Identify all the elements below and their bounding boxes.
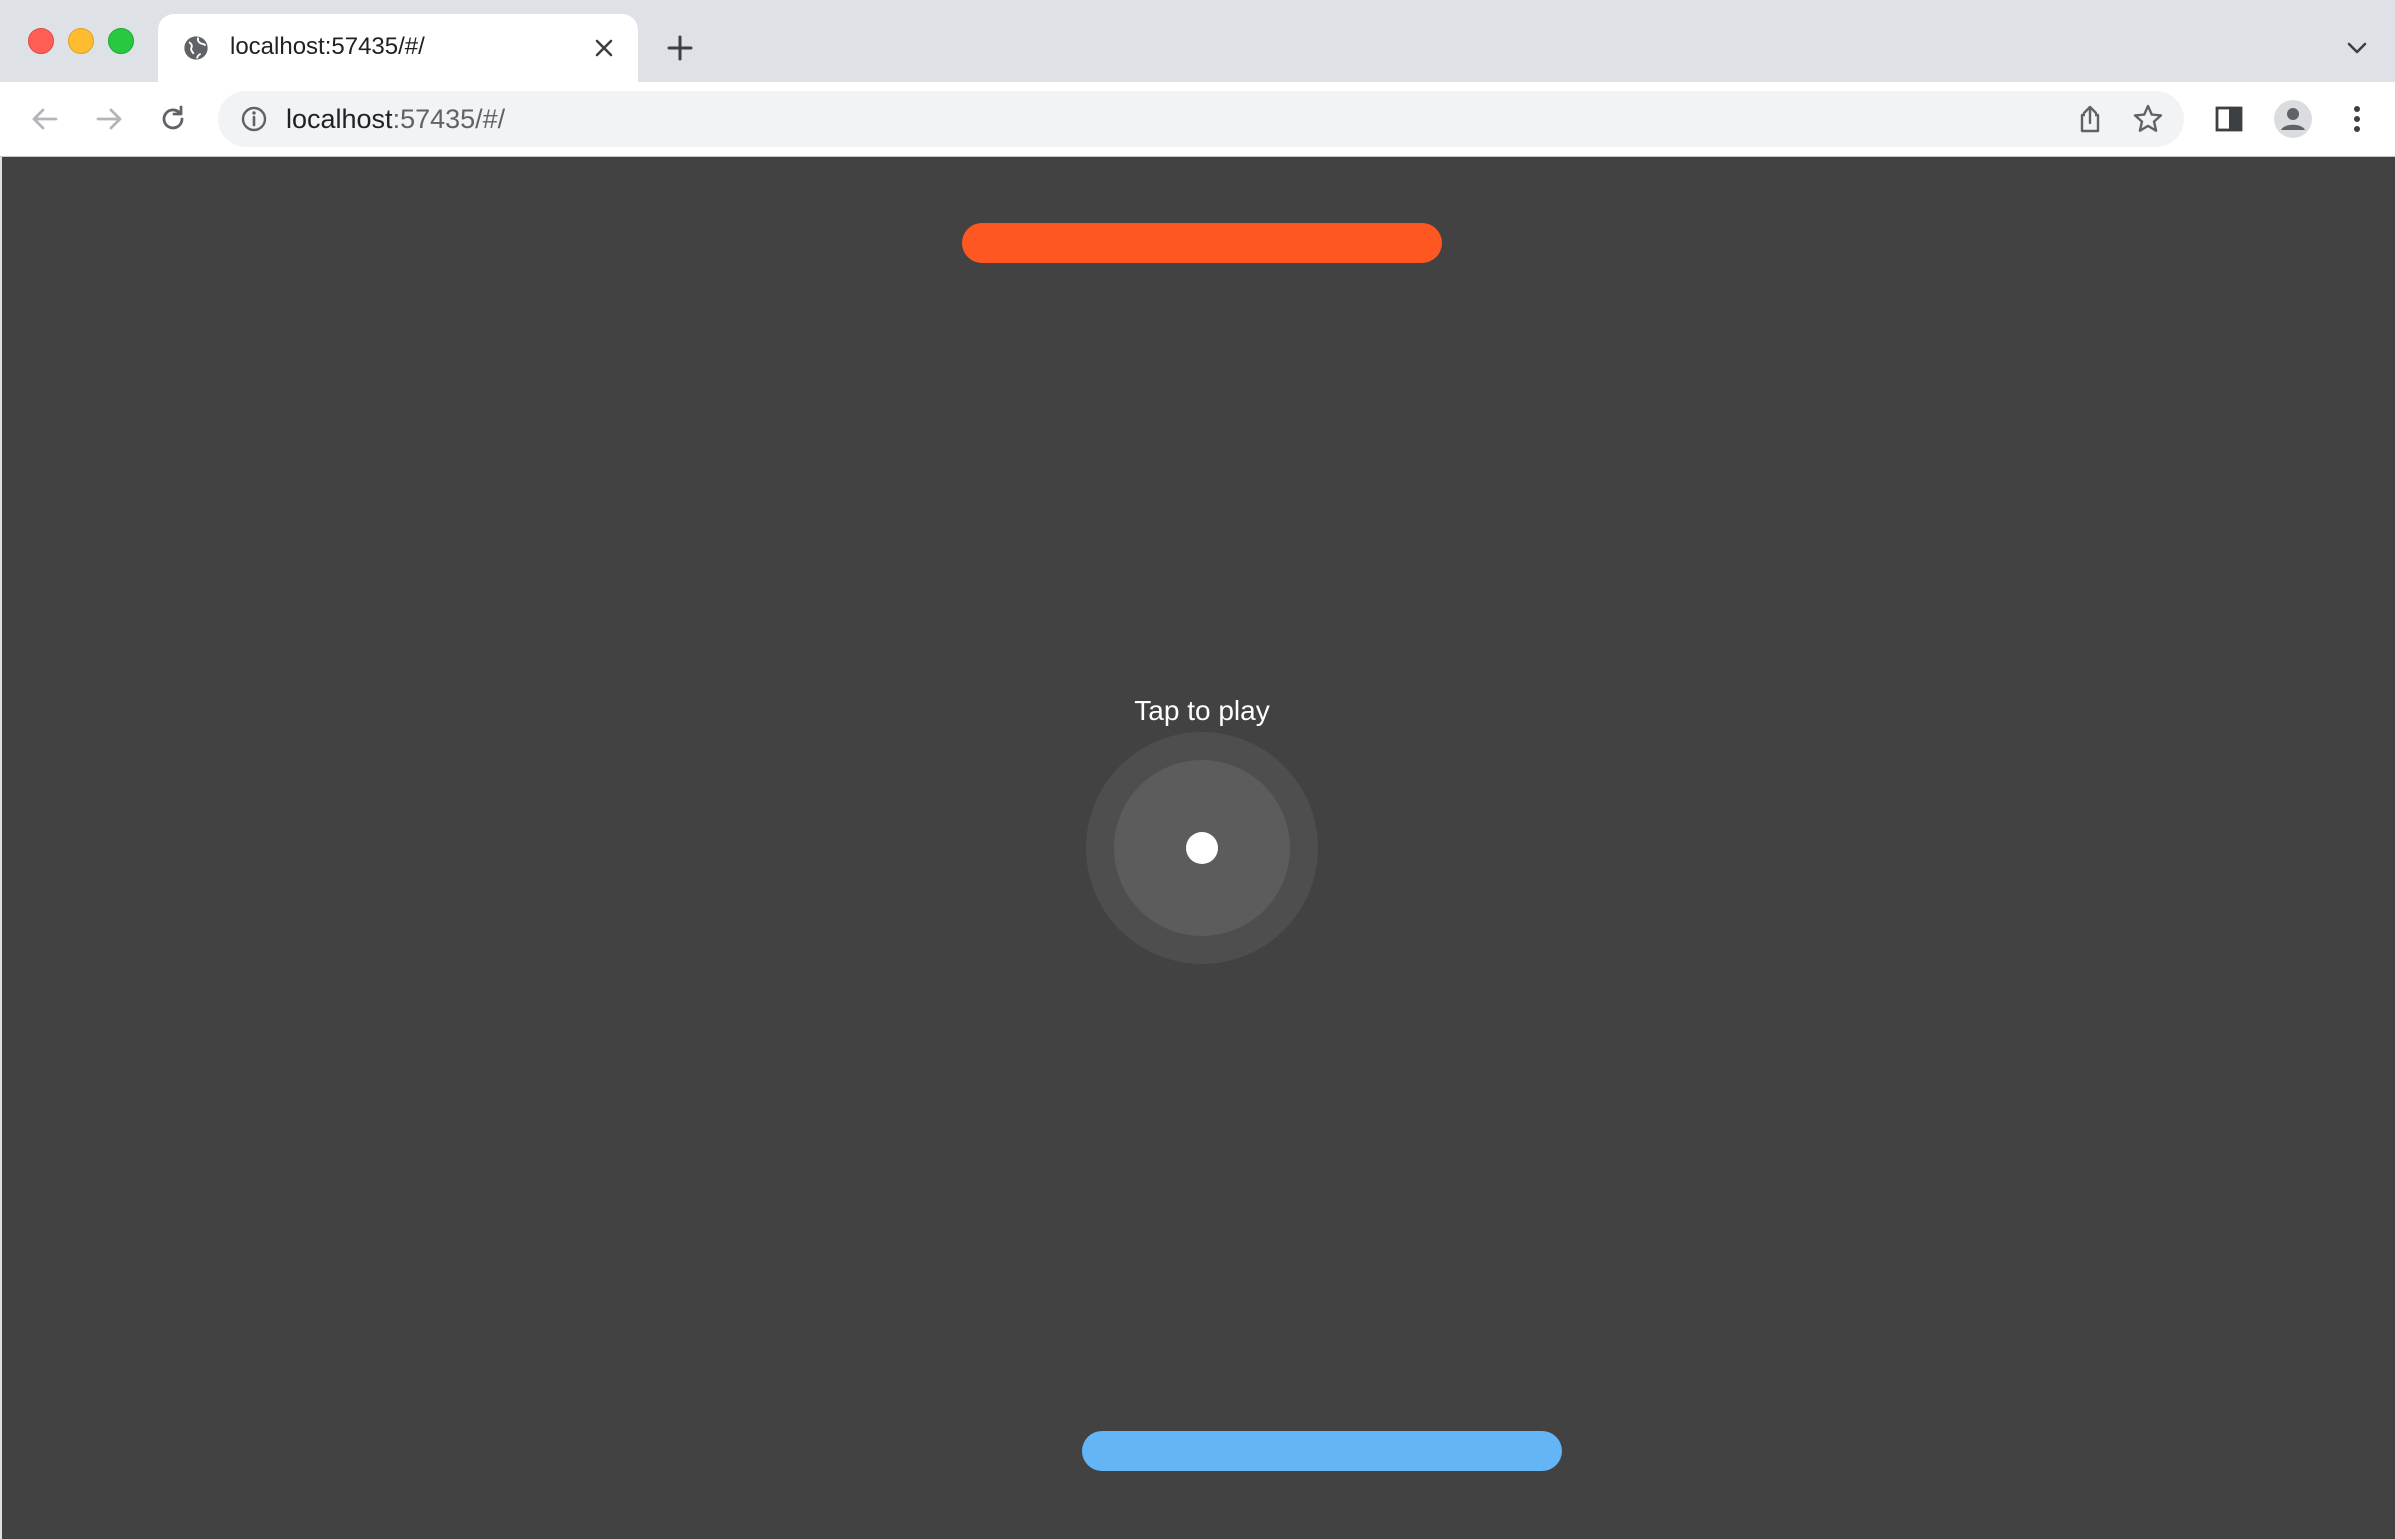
browser-window: localhost:57435/#/ localhost:57435/#/ Ta… (0, 0, 2395, 1539)
chevron-down-icon (2347, 42, 2367, 54)
browser-menu-button[interactable] (2336, 98, 2378, 140)
globe-icon (184, 36, 208, 60)
url-text[interactable]: localhost:57435/#/ (286, 104, 505, 135)
active-tab[interactable]: localhost:57435/#/ (158, 14, 638, 82)
address-bar[interactable]: localhost:57435/#/ (218, 91, 2184, 147)
share-icon[interactable] (2074, 103, 2106, 135)
reload-button[interactable] (152, 98, 194, 140)
start-ring-inner (1114, 760, 1290, 936)
forward-button[interactable] (88, 98, 130, 140)
tab-title: localhost:57435/#/ (230, 33, 425, 60)
start-ring-outer[interactable] (1086, 732, 1318, 964)
avatar-icon (2274, 100, 2312, 138)
plus-icon (667, 35, 693, 61)
profile-button[interactable] (2272, 98, 2314, 140)
player-paddle[interactable] (1082, 1431, 1562, 1471)
back-button[interactable] (24, 98, 66, 140)
browser-toolbar: localhost:57435/#/ (0, 82, 2395, 157)
tap-to-play-prompt: Tap to play (1134, 695, 1270, 726)
new-tab-button[interactable] (660, 28, 700, 68)
close-window-button[interactable] (28, 28, 54, 54)
tab-strip: localhost:57435/#/ (0, 0, 2395, 82)
more-vertical-icon (2354, 106, 2360, 132)
minimize-window-button[interactable] (68, 28, 94, 54)
close-tab-button[interactable] (588, 32, 620, 64)
url-path: :57435/#/ (392, 104, 506, 134)
game-canvas[interactable]: Tap to play (2, 157, 2395, 1539)
side-panel-button[interactable] (2208, 98, 2250, 140)
opponent-paddle (962, 223, 1442, 263)
arrow-right-icon (96, 108, 122, 130)
ball (1186, 832, 1218, 864)
maximize-window-button[interactable] (108, 28, 134, 54)
reload-icon (162, 105, 184, 130)
url-host: localhost (286, 104, 393, 134)
arrow-left-icon (32, 108, 58, 130)
tab-search-button[interactable] (2339, 30, 2375, 66)
close-icon (595, 39, 613, 57)
info-icon[interactable] (240, 105, 268, 133)
star-icon[interactable] (2132, 103, 2164, 135)
side-panel-icon (2215, 106, 2243, 132)
